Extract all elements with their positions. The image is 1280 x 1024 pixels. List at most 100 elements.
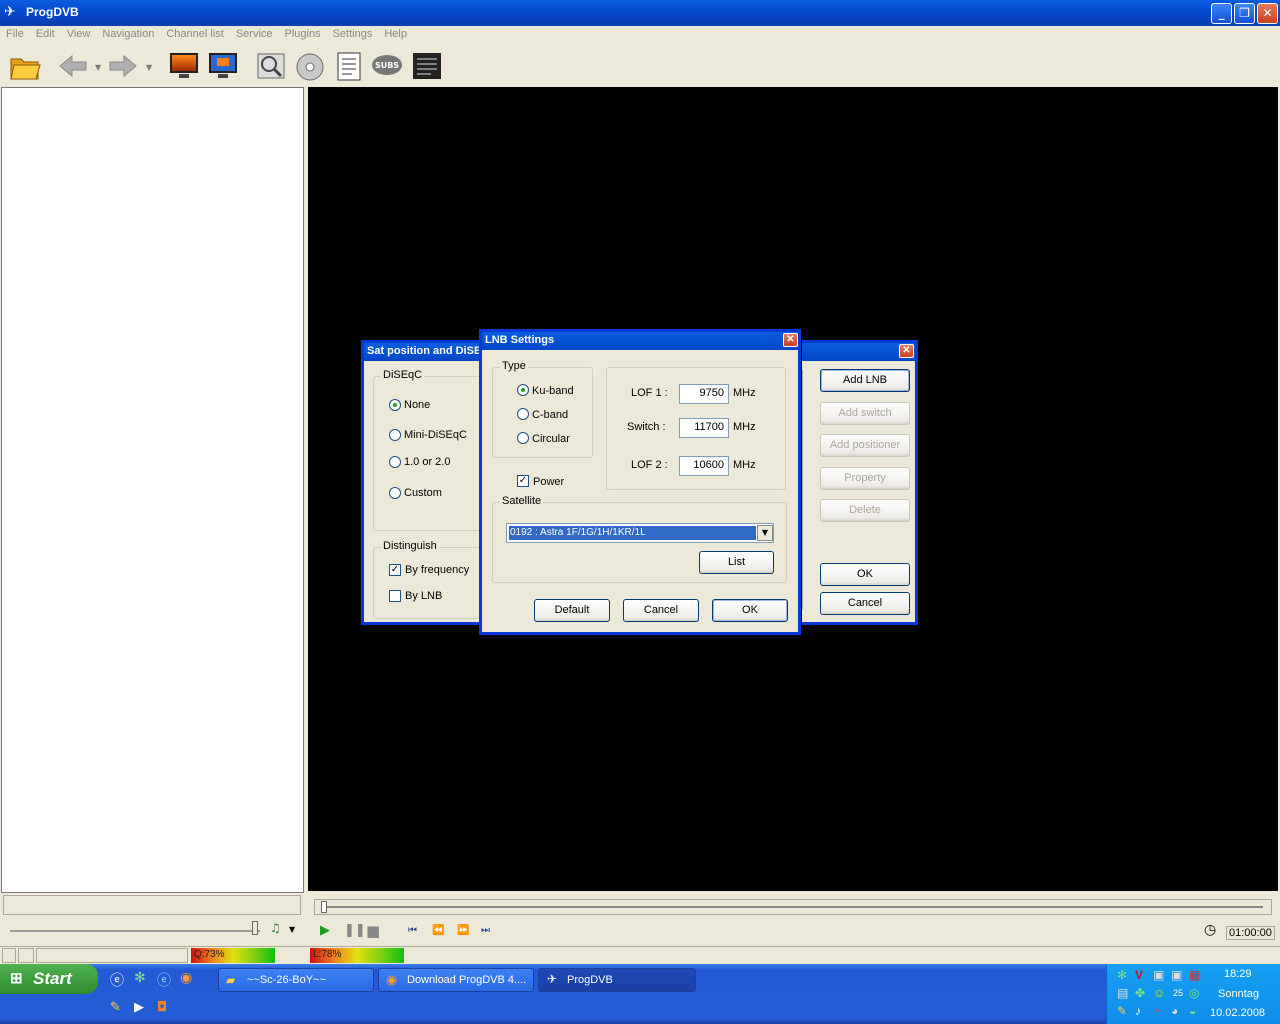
- subs-icon[interactable]: SUBS: [370, 49, 404, 83]
- tray-messenger-icon[interactable]: ☺: [1153, 986, 1165, 1000]
- rewind-icon[interactable]: ⏪: [432, 925, 444, 936]
- tray-app-icon[interactable]: ✤: [1135, 986, 1145, 1000]
- audio-dropdown-icon[interactable]: ▼: [289, 925, 295, 934]
- tree-edge: [802, 370, 807, 610]
- quicklaunch-media-icon[interactable]: ▶: [134, 1000, 144, 1015]
- close-button[interactable]: ✕: [1257, 3, 1278, 24]
- tray-green-icon[interactable]: ◒: [1189, 1004, 1196, 1018]
- diseqc-none-label: None: [404, 399, 431, 411]
- sat-dialog-close-icon[interactable]: ✕: [899, 344, 914, 358]
- menu-settings[interactable]: Settings: [327, 26, 379, 42]
- diseqc-mini-radio[interactable]: [389, 429, 401, 441]
- epg-list-icon[interactable]: [332, 49, 366, 83]
- clock-day: Sonntag: [1218, 988, 1259, 1000]
- tray-network-icon[interactable]: ▣: [1153, 968, 1164, 982]
- add-positioner-button[interactable]: Add positioner: [820, 434, 910, 457]
- diseqc-custom-radio[interactable]: [389, 487, 401, 499]
- menu-navigation[interactable]: Navigation: [96, 26, 160, 42]
- menu-channel-list[interactable]: Channel list: [160, 26, 229, 42]
- teletext-icon[interactable]: [410, 49, 444, 83]
- monitor-orange-icon[interactable]: [167, 49, 201, 83]
- quicklaunch-gear-icon[interactable]: ✻: [134, 970, 146, 986]
- skip-start-icon[interactable]: ⏮: [408, 925, 417, 936]
- tray-chart-icon[interactable]: ▤: [1117, 986, 1128, 1000]
- delete-button[interactable]: Delete: [820, 499, 910, 522]
- c-band-radio[interactable]: [517, 408, 529, 420]
- by-lnb-checkbox[interactable]: [389, 590, 401, 602]
- tray-update-icon[interactable]: ◎: [1189, 986, 1199, 1000]
- task-progdvb[interactable]: ✈ ProgDVB: [538, 968, 696, 992]
- ku-band-radio[interactable]: [517, 384, 529, 396]
- menu-service[interactable]: Service: [230, 26, 279, 42]
- volume-slider-track[interactable]: [10, 930, 260, 932]
- open-folder-icon[interactable]: [8, 49, 42, 83]
- minimize-button[interactable]: _: [1211, 3, 1232, 24]
- back-arrow-icon[interactable]: [56, 49, 90, 83]
- lnb-dialog-titlebar: LNB Settings ✕: [482, 332, 798, 350]
- satellite-app-icon: ✈: [4, 4, 16, 20]
- quicklaunch-browser-icon[interactable]: ⓔ: [157, 970, 171, 990]
- quicklaunch-rss-icon[interactable]: ◘: [157, 1000, 167, 1015]
- sat-ok-button[interactable]: OK: [820, 563, 910, 586]
- audio-track-icon[interactable]: ♫: [270, 921, 281, 935]
- menu-file[interactable]: File: [0, 26, 30, 42]
- play-icon[interactable]: ▶: [320, 923, 330, 938]
- tray-antivirus-icon[interactable]: V: [1135, 968, 1143, 982]
- power-checkbox[interactable]: ✓: [517, 475, 529, 487]
- playback-time: 01:00:00: [1226, 926, 1275, 940]
- tray-tool-icon[interactable]: ✎: [1117, 1004, 1127, 1018]
- task-browser[interactable]: ◉ Download ProgDVB 4....: [378, 968, 534, 992]
- back-dropdown-icon[interactable]: ▼: [95, 63, 101, 72]
- tray-network2-icon[interactable]: ▣: [1171, 968, 1182, 982]
- lnb-ok-button[interactable]: OK: [712, 599, 788, 622]
- restore-button[interactable]: ❐: [1234, 3, 1255, 24]
- pause-icon[interactable]: ❚❚: [344, 923, 366, 938]
- fast-forward-icon[interactable]: ⏩: [457, 925, 469, 936]
- lof2-input[interactable]: 10600: [679, 456, 729, 476]
- skip-end-icon[interactable]: ⏭: [481, 925, 490, 936]
- stop-icon[interactable]: ■: [366, 922, 380, 940]
- quicklaunch-ie-icon[interactable]: ⓔ: [110, 970, 124, 990]
- menu-help[interactable]: Help: [378, 26, 413, 42]
- channel-list-pane[interactable]: [1, 87, 304, 893]
- volume-icon[interactable]: ♪: [1135, 1004, 1141, 1018]
- lnb-cancel-button[interactable]: Cancel: [623, 599, 699, 622]
- start-button[interactable]: ⊞ Start: [0, 964, 98, 994]
- satellite-select[interactable]: 0192 : Astra 1F/1G/1H/1KR/1L ▼: [506, 523, 774, 543]
- menu-edit[interactable]: Edit: [30, 26, 61, 42]
- clock-icon[interactable]: ◷: [1204, 922, 1216, 938]
- tray-gear-icon[interactable]: ✻: [1117, 968, 1127, 982]
- menu-plugins[interactable]: Plugins: [279, 26, 327, 42]
- by-frequency-checkbox[interactable]: ✓: [389, 564, 401, 576]
- scan-icon[interactable]: [254, 49, 288, 83]
- quicklaunch-tool-icon[interactable]: ✎: [110, 1000, 121, 1015]
- circular-radio[interactable]: [517, 432, 529, 444]
- diseqc-10-20-radio[interactable]: [389, 456, 401, 468]
- disc-icon[interactable]: [293, 49, 327, 83]
- tray-red-icon[interactable]: ◔: [1153, 1004, 1160, 1018]
- lnb-dialog-close-icon[interactable]: ✕: [783, 333, 798, 347]
- tray-grey-icon[interactable]: ◕: [1171, 1004, 1178, 1018]
- sat-cancel-button[interactable]: Cancel: [820, 592, 910, 615]
- default-button[interactable]: Default: [534, 599, 610, 622]
- monitor-blue-icon[interactable]: [206, 49, 240, 83]
- clock-time[interactable]: 18:29: [1224, 968, 1252, 980]
- forward-arrow-icon[interactable]: [106, 49, 140, 83]
- add-lnb-button[interactable]: Add LNB: [820, 369, 910, 392]
- tray-meter-icon[interactable]: ▦: [1189, 968, 1200, 982]
- seek-bar[interactable]: [314, 899, 1272, 915]
- list-button[interactable]: List: [699, 551, 774, 574]
- forward-dropdown-icon[interactable]: ▼: [146, 63, 152, 72]
- quicklaunch-firefox-icon[interactable]: ◉: [180, 970, 192, 986]
- lof1-input[interactable]: 9750: [679, 384, 729, 404]
- volume-slider-thumb[interactable]: [252, 921, 258, 935]
- volume-panel: ♫ ▼: [0, 893, 305, 945]
- seek-thumb[interactable]: [321, 901, 327, 913]
- add-switch-button[interactable]: Add switch: [820, 402, 910, 425]
- switch-input[interactable]: 11700: [679, 418, 729, 438]
- property-button[interactable]: Property: [820, 467, 910, 490]
- menu-view[interactable]: View: [61, 26, 97, 42]
- chevron-down-icon[interactable]: ▼: [757, 525, 773, 541]
- task-folder[interactable]: ▰ ~~Sc-26-BoY~~: [218, 968, 374, 992]
- diseqc-none-radio[interactable]: [389, 399, 401, 411]
